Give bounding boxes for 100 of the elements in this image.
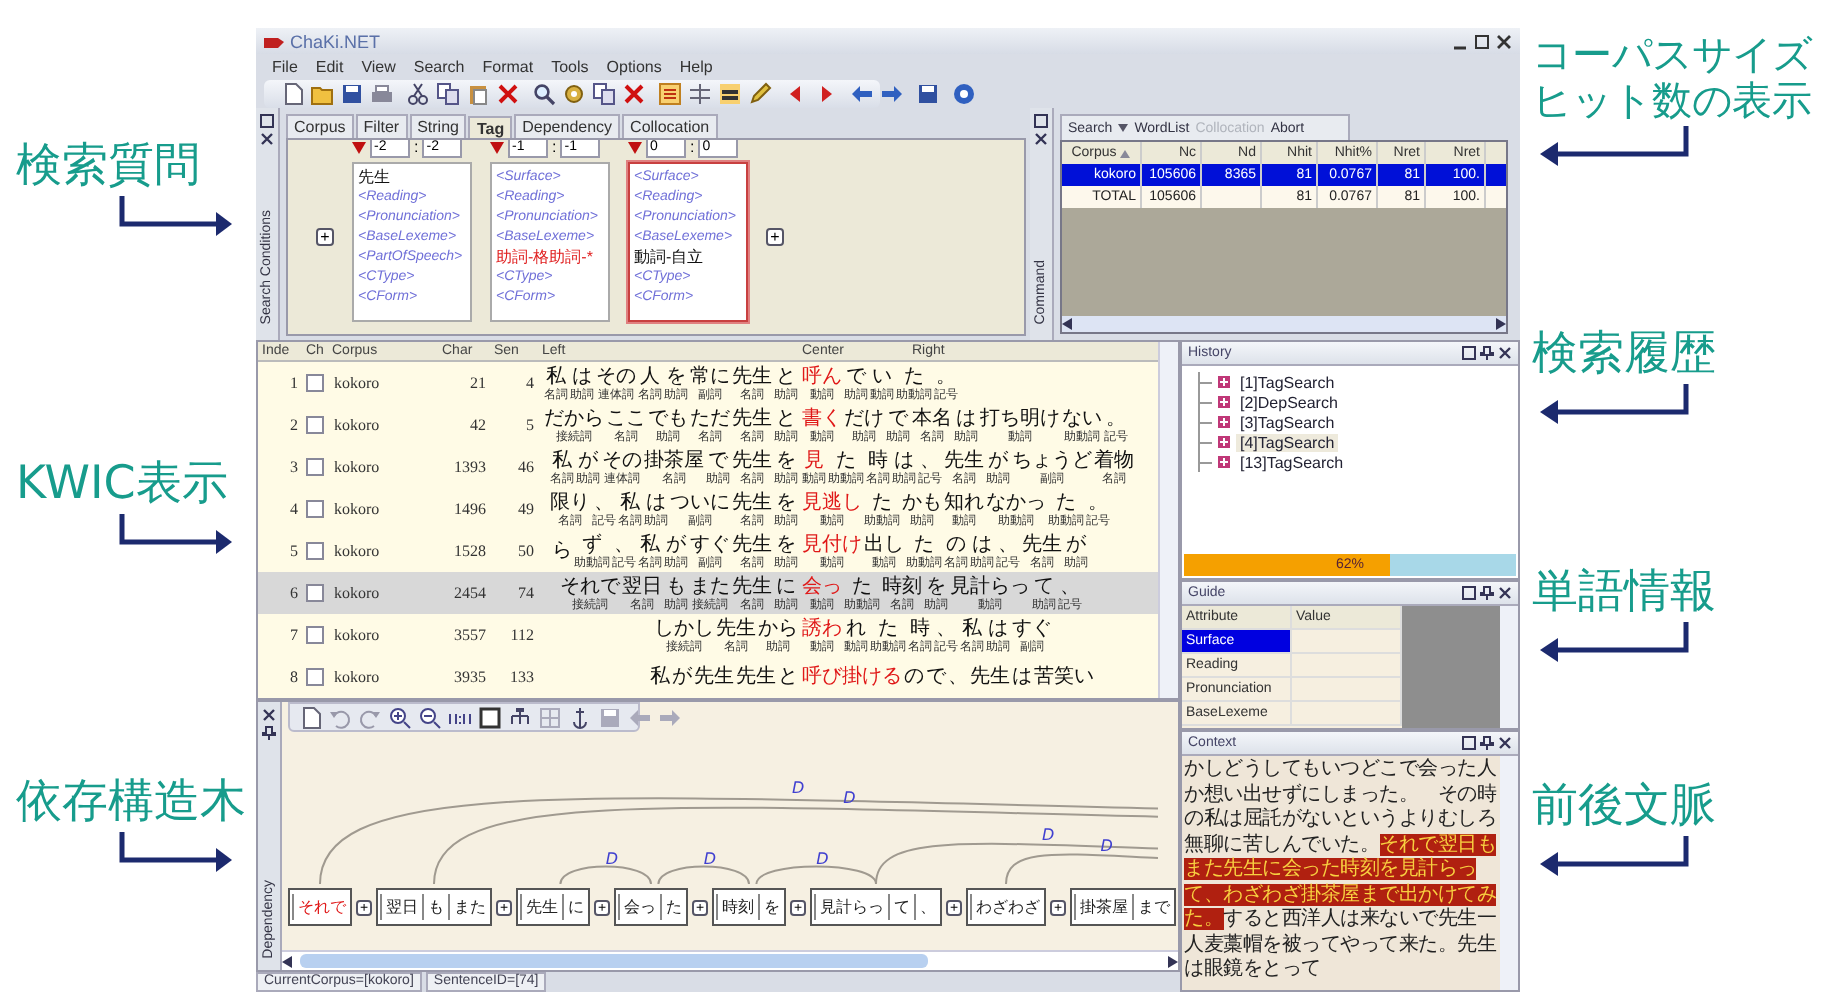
history-item[interactable]: [13]TagSearch — [1236, 453, 1348, 471]
word-box[interactable]: また — [448, 894, 488, 920]
history-item[interactable]: [1]TagSearch — [1236, 373, 1339, 391]
row-checkbox[interactable] — [306, 374, 324, 392]
add-button[interactable]: + — [316, 228, 334, 246]
row-checkbox[interactable] — [306, 542, 324, 560]
list-icon[interactable] — [658, 82, 682, 106]
row-checkbox[interactable] — [306, 458, 324, 476]
tree-icon[interactable] — [508, 705, 532, 729]
scrollbar[interactable] — [1500, 756, 1518, 990]
chunk-box[interactable]: それで — [288, 888, 352, 926]
expand-icon[interactable] — [1218, 416, 1230, 428]
menu-item[interactable]: Tools — [551, 58, 589, 76]
bars-icon[interactable] — [718, 82, 742, 106]
expand-icon[interactable] — [1218, 436, 1230, 448]
close-icon[interactable] — [1034, 132, 1048, 146]
printer-icon[interactable] — [370, 82, 394, 106]
word-box[interactable]: 見計らっ — [814, 894, 886, 920]
word-box[interactable]: それで — [292, 894, 348, 920]
word-box[interactable]: 先生 — [520, 894, 560, 920]
menu-item[interactable]: Search — [413, 58, 465, 76]
delete-icon[interactable] — [622, 82, 646, 106]
tab[interactable]: Dependency — [514, 114, 621, 138]
pin-icon[interactable] — [1480, 346, 1494, 360]
menu-item[interactable]: Options — [606, 58, 662, 76]
chunk-box[interactable]: わざわざ — [966, 888, 1046, 926]
scissors-icon[interactable] — [406, 82, 430, 106]
zoom-in-icon[interactable] — [388, 705, 412, 729]
history-item[interactable]: [3]TagSearch — [1236, 413, 1339, 431]
row-checkbox[interactable] — [306, 584, 324, 602]
pin-icon[interactable] — [262, 726, 276, 740]
clipboard-icon[interactable] — [466, 82, 490, 106]
expand-icon[interactable] — [1218, 376, 1230, 388]
tab[interactable]: Filter — [355, 114, 408, 138]
word-box[interactable]: 時刻 — [716, 894, 756, 920]
close-icon[interactable] — [260, 132, 274, 146]
add-button[interactable]: + — [766, 228, 784, 246]
tab[interactable]: Tag — [468, 116, 513, 138]
menu-item[interactable]: View — [361, 58, 396, 76]
menu-item[interactable]: File — [272, 58, 298, 76]
scrollbar[interactable] — [1062, 316, 1506, 332]
row-checkbox[interactable] — [306, 416, 324, 434]
word-box[interactable]: まで — [1132, 894, 1172, 920]
row-checkbox[interactable] — [306, 500, 324, 518]
zoom-out-icon[interactable] — [418, 705, 442, 729]
maximize-icon[interactable] — [1474, 33, 1490, 49]
lines-icon[interactable] — [688, 82, 712, 106]
result-row[interactable]: 8 kokoro 3935 133 私が先生先生 と 呼び掛けるので、先生は苦笑い — [258, 656, 1158, 698]
anchor-icon[interactable] — [568, 705, 592, 729]
word-box[interactable]: て — [888, 894, 912, 920]
menu-item[interactable]: Edit — [315, 58, 344, 76]
word-box[interactable]: 翌日 — [380, 894, 420, 920]
caret-icon[interactable] — [1118, 124, 1129, 132]
frame-icon[interactable] — [478, 705, 502, 729]
word-box[interactable]: た — [660, 894, 684, 920]
row-checkbox[interactable] — [306, 626, 324, 644]
chunk-box[interactable]: 先生 に — [516, 888, 590, 926]
restore-icon[interactable] — [1034, 114, 1048, 128]
scrollbar[interactable] — [1500, 606, 1518, 728]
scrollbar[interactable] — [282, 950, 1178, 970]
delete-icon[interactable] — [496, 82, 520, 106]
arrow-left-icon[interactable] — [850, 82, 874, 106]
word-box[interactable]: 掛茶屋 — [1074, 894, 1130, 920]
close-icon[interactable] — [262, 708, 276, 722]
tab[interactable]: Corpus — [286, 114, 354, 138]
pin-icon[interactable] — [1480, 736, 1494, 750]
menu-item[interactable]: Format — [482, 58, 534, 76]
chunk-box[interactable]: 会っ た — [614, 888, 688, 926]
copy-icon[interactable] — [436, 82, 460, 106]
history-item[interactable]: [4]TagSearch — [1236, 433, 1339, 451]
chunk-box[interactable]: 時刻 を — [712, 888, 786, 926]
chunk-box[interactable]: 翌日 も また — [376, 888, 492, 926]
restore-icon[interactable] — [260, 114, 274, 128]
search-icon[interactable] — [532, 82, 556, 106]
restore-icon[interactable] — [1462, 586, 1476, 600]
expand-icon[interactable] — [1218, 456, 1230, 468]
tab[interactable]: String — [409, 114, 467, 138]
page-icon[interactable] — [298, 705, 322, 729]
word-box[interactable]: に — [562, 894, 586, 920]
restore-icon[interactable] — [1462, 346, 1476, 360]
word-box[interactable]: わざわざ — [970, 894, 1042, 920]
word-box[interactable]: を — [758, 894, 782, 920]
word-box[interactable]: も — [422, 894, 446, 920]
word-box[interactable]: 会っ — [618, 894, 658, 920]
pin-icon[interactable] — [1480, 586, 1494, 600]
expand-icon[interactable] — [1218, 396, 1230, 408]
history-item[interactable]: [2]DepSearch — [1236, 393, 1342, 411]
close-icon[interactable] — [1498, 736, 1512, 750]
close-icon[interactable] — [1498, 586, 1512, 600]
close-icon[interactable] — [1496, 33, 1512, 49]
word-box[interactable]: 、 — [914, 894, 938, 920]
row-checkbox[interactable] — [306, 668, 324, 686]
copy-icon[interactable] — [592, 82, 616, 106]
menu-item[interactable]: Help — [679, 58, 713, 76]
arrow-right-icon[interactable] — [880, 82, 904, 106]
scrollbar[interactable] — [1158, 342, 1178, 698]
tab[interactable]: Collocation — [622, 114, 718, 138]
chunk-box[interactable]: 掛茶屋 まで — [1070, 888, 1176, 926]
close-icon[interactable] — [1498, 346, 1512, 360]
chunk-box[interactable]: 見計らっ て 、 — [810, 888, 942, 926]
